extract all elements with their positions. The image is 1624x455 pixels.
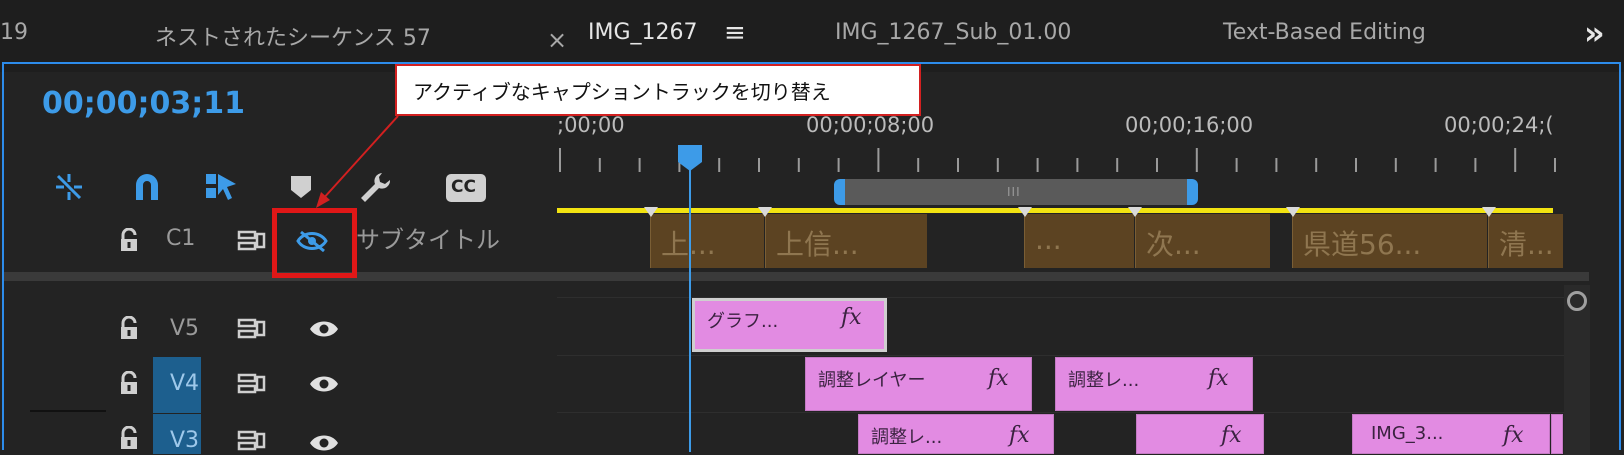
ruler-label: 00;00;08;00 (806, 113, 935, 137)
clip-v3[interactable]: fx (1136, 414, 1264, 454)
sync-lock-icon[interactable] (237, 430, 267, 452)
work-area-bar[interactable] (557, 208, 1553, 213)
track-separator (557, 355, 1567, 356)
clip-v3-adjustment[interactable]: 調整レ... fx (858, 414, 1054, 454)
eye-icon[interactable] (308, 318, 340, 340)
caption-marker-icon (1128, 207, 1142, 217)
ruler-label: 00;00;16;00 (1125, 113, 1254, 137)
sync-lock-icon[interactable] (237, 373, 267, 395)
caption-track-label: サブタイトル (356, 226, 500, 254)
caption-text: 清... (1499, 228, 1554, 261)
tab-menu-icon[interactable]: ≡ (724, 18, 746, 48)
caption-marker-icon (1286, 207, 1300, 217)
linked-selection-icon[interactable] (204, 170, 238, 204)
clip-name: グラフ... (707, 311, 779, 332)
playhead-handle-icon[interactable] (677, 144, 703, 172)
caption-marker-icon (1482, 207, 1496, 217)
clip-name: 調整レ... (871, 427, 943, 448)
clip-v5-graphic[interactable]: グラフ... fx (692, 298, 887, 352)
caption-marker-icon (758, 207, 772, 217)
snap-magnet-icon[interactable] (130, 170, 164, 204)
zoom-handle-right[interactable] (1187, 179, 1198, 205)
clip-name: 調整レイヤー (818, 370, 926, 391)
lock-icon[interactable] (118, 426, 140, 450)
tab-img-1267-sub[interactable]: IMG_1267_Sub_01.00 (835, 20, 1071, 45)
scroll-handle[interactable] (1567, 291, 1587, 311)
ruler-label: 00;00;24;( (1444, 113, 1554, 137)
clip-name: 調整レ... (1068, 370, 1140, 391)
eye-icon[interactable] (308, 373, 340, 395)
scroll-grip: III (1007, 185, 1021, 199)
ruler-label: ;00;00 (557, 113, 625, 137)
lock-icon[interactable] (118, 371, 140, 395)
caption-text: 上信... (776, 228, 859, 261)
fx-badge: fx (1208, 366, 1229, 391)
clip-name: IMG_3... (1371, 423, 1444, 444)
lock-icon[interactable] (118, 316, 140, 340)
annotation-arrow (316, 115, 399, 208)
caption-clip[interactable]: 次... (1135, 214, 1270, 268)
tab-nested-sequence-57[interactable]: ネストされたシーケンス 57 (155, 20, 431, 52)
closed-captions-icon[interactable]: CC (446, 174, 486, 202)
playhead-line[interactable] (689, 155, 691, 452)
tab-img-1267[interactable]: IMG_1267 (588, 20, 698, 45)
caption-text: ... (1035, 223, 1062, 256)
lock-icon[interactable] (118, 228, 140, 252)
annotation-callout: アクティブなキャプショントラックを切り替え (395, 64, 921, 116)
track-name-c1[interactable]: C1 (166, 226, 195, 251)
time-ruler[interactable] (557, 148, 1557, 172)
tab-overflow-icon[interactable]: » (1584, 14, 1605, 52)
closed-captions-label: CC (451, 177, 476, 197)
track-separator (557, 412, 1567, 413)
sync-lock-icon[interactable] (237, 230, 267, 252)
caption-marker-icon (644, 207, 658, 217)
caption-clip[interactable]: 清... (1488, 214, 1563, 268)
tab-close-icon[interactable]: × (547, 26, 567, 54)
fx-badge: fx (1503, 423, 1524, 448)
caption-clip[interactable]: 上信... (765, 214, 927, 268)
track-header-v4: V4 (0, 357, 555, 413)
caption-clip[interactable]: ... (1024, 214, 1134, 268)
clip-v3-img[interactable]: IMG_3... fx (1352, 414, 1550, 454)
track-name-v4[interactable]: V4 (170, 371, 199, 396)
ripple-insert-icon[interactable] (52, 170, 86, 204)
tab-text-based-editing[interactable]: Text-Based Editing (1223, 20, 1426, 45)
track-name-v3[interactable]: V3 (170, 428, 199, 452)
caption-clip[interactable]: 上... (650, 214, 764, 268)
fx-badge: fx (1009, 423, 1030, 448)
fx-badge: fx (841, 305, 862, 330)
eye-icon[interactable] (308, 432, 340, 452)
track-header-v3: V3 (0, 414, 555, 452)
tab-partial[interactable]: 19 (0, 20, 28, 45)
caption-marker-icon (1018, 207, 1032, 217)
annotation-text: アクティブなキャプショントラックを切り替え (413, 80, 831, 104)
track-header-v5: V5 (0, 300, 555, 356)
clip-v4-adjustment[interactable]: 調整レイヤー fx (805, 357, 1032, 411)
fx-badge: fx (1221, 423, 1242, 448)
annotation-highlight-box (272, 208, 357, 278)
fx-badge: fx (988, 366, 1009, 391)
caption-text: 県道56... (1303, 228, 1422, 261)
track-divider[interactable] (4, 272, 1589, 281)
caption-clip[interactable]: 県道56... (1292, 214, 1487, 268)
sync-lock-icon[interactable] (237, 318, 267, 340)
caption-text: 次... (1146, 228, 1201, 261)
track-name-v5[interactable]: V5 (170, 316, 199, 341)
zoom-handle-left[interactable] (834, 179, 845, 205)
vertical-scrollbar[interactable] (1564, 285, 1590, 455)
clip-v4-adjustment[interactable]: 調整レ... fx (1055, 357, 1253, 411)
zoom-scroll-bar[interactable]: III (834, 179, 1198, 205)
clip-v3-edge[interactable] (1551, 414, 1563, 454)
playhead-timecode[interactable]: 00;00;03;11 (42, 86, 245, 121)
